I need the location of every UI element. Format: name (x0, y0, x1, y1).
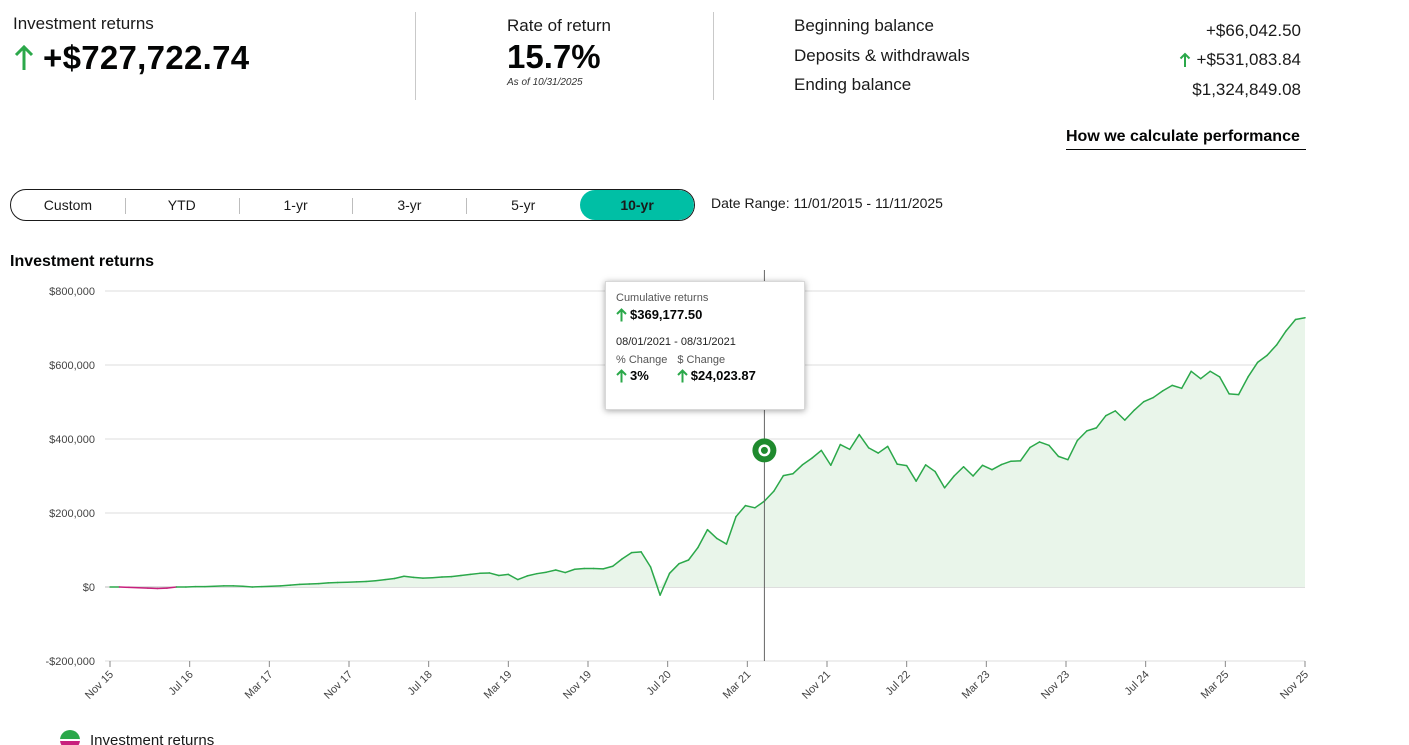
x-tick-label: Jul 18 (406, 669, 435, 698)
date-range-text: Date Range: 11/01/2015 - 11/11/2025 (711, 195, 943, 211)
x-tick-label: Nov 17 (322, 669, 355, 702)
x-tick-label: Nov 19 (561, 669, 594, 702)
x-tick-label: Mar 23 (960, 669, 993, 702)
tooltip-cumulative-value-wrap: $369,177.50 (616, 307, 794, 322)
balance-label: Ending balance (794, 75, 912, 94)
range-button-ytd[interactable]: YTD (124, 190, 239, 220)
rate-of-return-value: 15.7% (507, 38, 601, 75)
balance-value-wrap: +$531,083.84 (1179, 46, 1301, 76)
series-line-segment (289, 583, 301, 586)
series-line-segment (573, 567, 585, 570)
rate-asof-date: As of 10/31/2025 (507, 77, 583, 88)
balance-value: +$66,042.50 (1205, 20, 1301, 40)
series-line-segment (242, 585, 254, 588)
investment-returns-summary: Investment returns +$727,722.74 (13, 14, 413, 77)
tooltip-pct-value: 3% (630, 368, 649, 383)
tooltip-usd-value-wrap: $24,023.87 (677, 368, 756, 383)
legend-label: Investment returns (90, 731, 215, 745)
arrow-up-icon (616, 307, 627, 321)
range-button-10yr[interactable]: 10-yr (580, 190, 694, 220)
arrow-up-icon (1179, 52, 1190, 68)
tooltip-cumulative-label: Cumulative returns (616, 292, 709, 304)
y-tick-label: $600,000 (49, 360, 95, 372)
rate-of-return-label: Rate of return (507, 16, 611, 35)
x-tick-label: Nov 23 (1039, 669, 1072, 702)
y-tick-label: $400,000 (49, 434, 95, 446)
divider (713, 12, 714, 100)
x-tick-label: Jul 24 (1123, 669, 1152, 698)
balance-row-beginning: Beginning balance +$66,042.50 (794, 16, 1301, 46)
range-button-3yr[interactable]: 3-yr (352, 190, 466, 220)
tooltip-cumulative-value: $369,177.50 (630, 307, 703, 322)
arrow-up-icon (14, 44, 34, 70)
tooltip-change-labels: % Change $ Change (616, 354, 794, 366)
range-button-5yr[interactable]: 5-yr (466, 190, 580, 220)
x-tick-label: Mar 19 (482, 669, 515, 702)
tooltip-usd-value: $24,023.87 (690, 368, 756, 383)
x-tick-label: Nov 25 (1278, 669, 1311, 702)
y-tick-label: $800,000 (49, 286, 95, 298)
balance-value: $1,324,849.08 (1192, 79, 1301, 99)
series-line-segment (279, 584, 291, 587)
x-tick-label: Nov 21 (800, 669, 833, 702)
balance-row-ending: Ending balance $1,324,849.08 (794, 75, 1301, 105)
range-selector: Custom YTD 1-yr 3-yr 5-yr 10-yr (10, 189, 695, 221)
x-tick-label: Jul 20 (645, 669, 674, 698)
series-line-segment (365, 579, 377, 583)
rate-of-return-summary: Rate of return 15.7% As of 10/31/2025 (507, 16, 707, 88)
tooltip-dates: 08/01/2021 - 08/31/2021 (616, 336, 736, 348)
arrow-up-icon (677, 368, 688, 382)
tooltip-pct-label: % Change (616, 354, 668, 366)
series-line-segment (317, 582, 329, 585)
tooltip-change-values: 3% $24,023.87 (616, 368, 794, 383)
how-we-calculate-link[interactable]: How we calculate performance (1066, 128, 1306, 150)
y-tick-label: -$200,000 (45, 656, 95, 668)
chart-title: Investment returns (10, 253, 155, 270)
x-tick-label: Jul 16 (167, 669, 196, 698)
chart-legend[interactable]: Investment returns (60, 730, 214, 745)
investment-returns-value: +$727,722.74 (43, 39, 250, 76)
x-tick-label: Mar 21 (721, 669, 754, 702)
range-button-1yr[interactable]: 1-yr (238, 190, 353, 220)
y-tick-label: $0 (83, 582, 95, 594)
investment-returns-value-wrap: +$727,722.74 (13, 39, 413, 77)
arrow-up-icon (616, 368, 627, 382)
x-tick-label: Mar 17 (243, 669, 276, 702)
range-button-custom[interactable]: Custom (11, 190, 125, 220)
tooltip-pct-value-wrap: 3% (616, 368, 649, 383)
balance-row-deposits: Deposits & withdrawals +$531,083.84 (794, 46, 1301, 76)
balance-label: Deposits & withdrawals (794, 45, 970, 65)
tooltip-usd-label: $ Change (677, 354, 726, 366)
chart-tooltip: Cumulative returns $369,177.50 08/01/202… (605, 281, 805, 410)
series-line-segment (431, 576, 443, 579)
x-tick-label: Nov 15 (83, 669, 116, 702)
balance-value: +$531,083.84 (1196, 50, 1301, 70)
divider (415, 12, 416, 100)
investment-returns-label: Investment returns (13, 14, 154, 33)
series-line-segment (412, 576, 424, 579)
series-line-segment (630, 551, 642, 554)
balance-label: Beginning balance (794, 16, 934, 35)
series-line-segment (1228, 393, 1240, 396)
y-tick-label: $200,000 (49, 508, 95, 520)
x-tick-label: Jul 22 (884, 669, 913, 698)
x-tick-label: Mar 25 (1199, 669, 1232, 702)
legend-swatch-icon (60, 730, 80, 745)
balances-summary: Beginning balance +$66,042.50 Deposits &… (794, 16, 1301, 105)
highlight-point-dot (760, 446, 768, 454)
